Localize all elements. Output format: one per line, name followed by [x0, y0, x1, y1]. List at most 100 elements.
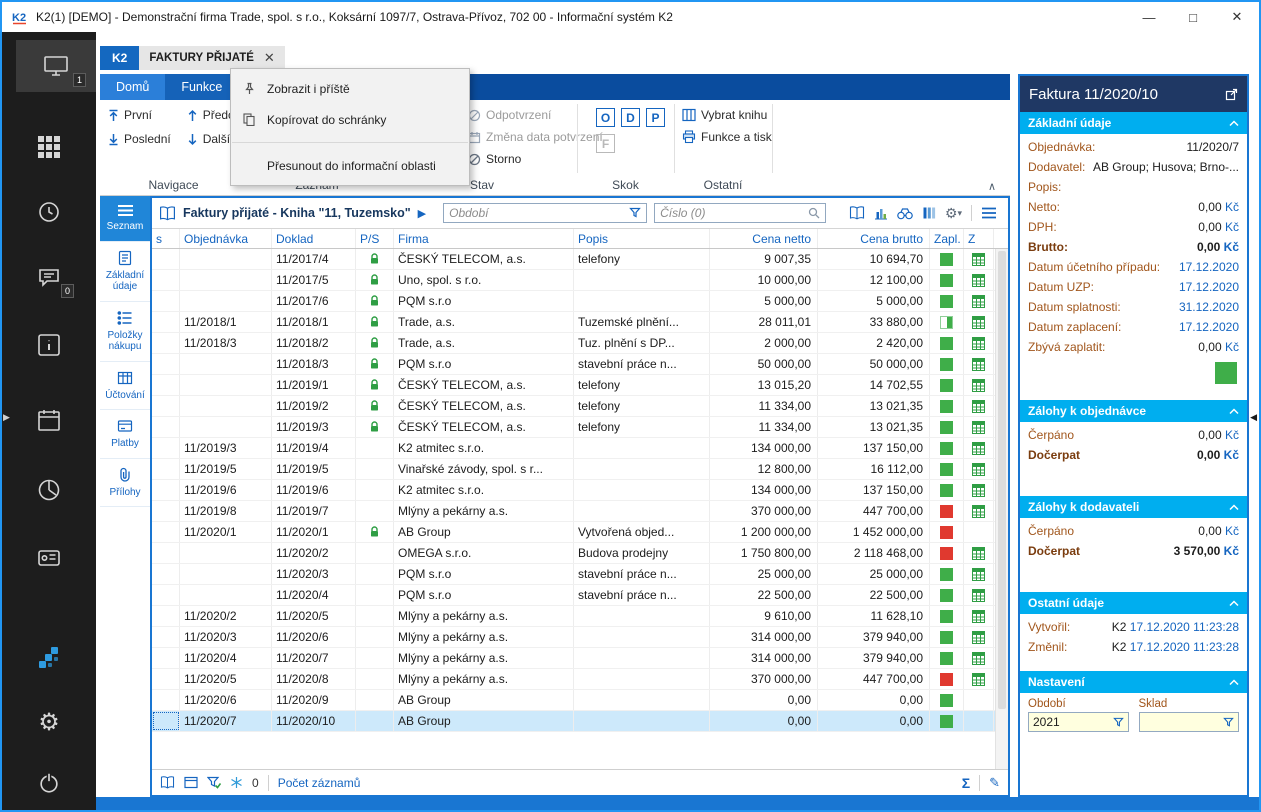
- sidebar-item-platby[interactable]: Platby: [100, 410, 150, 459]
- row-select-cell[interactable]: [152, 417, 180, 437]
- filter-dropdown-icon[interactable]: [1223, 717, 1234, 728]
- chart-icon[interactable]: [874, 206, 888, 220]
- row-select-cell[interactable]: [152, 333, 180, 353]
- table-row[interactable]: 11/2019/6 11/2019/6 K2 atmitec s.r.o. 13…: [152, 480, 995, 501]
- edit-pencil-icon[interactable]: ✎: [989, 775, 1000, 791]
- table-row[interactable]: 11/2020/4 11/2020/7 Mlýny a pekárny a.s.…: [152, 648, 995, 669]
- tab-k2[interactable]: K2: [100, 46, 139, 70]
- rail-item-history[interactable]: [2, 192, 96, 232]
- rail-item-modules[interactable]: [2, 127, 96, 167]
- row-select-cell[interactable]: [152, 291, 180, 311]
- filter-dropdown-icon[interactable]: [1113, 717, 1124, 728]
- functions-print-button[interactable]: Funkce a tisk: [682, 130, 772, 144]
- table-row[interactable]: 11/2020/3 11/2020/6 Mlýny a pekárny a.s.…: [152, 627, 995, 648]
- chevron-up-icon[interactable]: [1229, 120, 1239, 127]
- scrollbar-thumb[interactable]: [998, 251, 1006, 709]
- table-row[interactable]: 11/2019/1 ČESKÝ TELECOM, a.s. telefony 1…: [152, 375, 995, 396]
- filter-check-icon[interactable]: [207, 776, 221, 789]
- rail-item-power[interactable]: [2, 763, 96, 803]
- search-icon[interactable]: [808, 207, 820, 219]
- row-select-cell[interactable]: [152, 627, 180, 647]
- book-dropdown-icon[interactable]: ▶: [418, 207, 426, 220]
- book-view-icon[interactable]: [160, 776, 175, 789]
- table-row[interactable]: 11/2020/2 11/2020/5 Mlýny a pekárny a.s.…: [152, 606, 995, 627]
- menu-item-move-to-info-area[interactable]: Přesunout do informační oblasti: [231, 150, 469, 181]
- number-input[interactable]: [660, 206, 804, 220]
- close-button[interactable]: ✕: [1215, 2, 1259, 32]
- table-row[interactable]: 11/2017/6 PQM s.r.o 5 000,00 5 000,00: [152, 291, 995, 312]
- row-select-cell[interactable]: [152, 606, 180, 626]
- table-row[interactable]: 11/2020/7 11/2020/10 AB Group 0,00 0,00: [152, 711, 995, 732]
- table-row[interactable]: 11/2020/4 PQM s.r.o stavební práce n... …: [152, 585, 995, 606]
- ribbon-tab-funkce[interactable]: Funkce: [165, 74, 238, 100]
- number-filter[interactable]: [654, 203, 826, 223]
- sidebar-item-polozky-nakupu[interactable]: Položky nákupu: [100, 302, 150, 362]
- unconfirm-button[interactable]: Odpotvrzení: [468, 108, 603, 122]
- jump-o-button[interactable]: O: [596, 108, 615, 127]
- period-input[interactable]: [449, 206, 625, 220]
- rail-item-calendar[interactable]: [2, 400, 96, 440]
- table-row[interactable]: 11/2019/8 11/2019/7 Mlýny a pekárny a.s.…: [152, 501, 995, 522]
- last-record-button[interactable]: Poslední: [108, 132, 171, 146]
- chevron-up-icon[interactable]: [1229, 408, 1239, 415]
- column-header-cena-brutto[interactable]: Cena brutto: [818, 229, 930, 248]
- rail-item-messages[interactable]: 0: [2, 258, 96, 298]
- row-select-cell[interactable]: [152, 585, 180, 605]
- rail-item-info[interactable]: [2, 325, 96, 365]
- column-header-objednavka[interactable]: Objednávka: [180, 229, 272, 248]
- row-select-cell[interactable]: [152, 459, 180, 479]
- setting-input[interactable]: 2021: [1028, 712, 1129, 732]
- period-filter[interactable]: [443, 203, 647, 223]
- row-select-cell[interactable]: [152, 501, 180, 521]
- column-header-doklad[interactable]: Doklad: [272, 229, 356, 248]
- chevron-up-icon[interactable]: [1229, 504, 1239, 511]
- jump-p-button[interactable]: P: [646, 108, 665, 127]
- row-select-cell[interactable]: [152, 648, 180, 668]
- column-header-ps[interactable]: P/S: [356, 229, 394, 248]
- table-row[interactable]: 11/2019/3 ČESKÝ TELECOM, a.s. telefony 1…: [152, 417, 995, 438]
- row-select-cell[interactable]: [152, 690, 180, 710]
- table-row[interactable]: 11/2020/3 PQM s.r.o stavební práce n... …: [152, 564, 995, 585]
- print-book-icon[interactable]: [849, 206, 865, 220]
- column-header-s[interactable]: s: [152, 229, 180, 248]
- table-row[interactable]: 11/2020/6 11/2020/9 AB Group 0,00 0,00: [152, 690, 995, 711]
- filter-funnel-icon[interactable]: [629, 207, 641, 219]
- section-header[interactable]: Ostatní údaje: [1020, 592, 1247, 614]
- binoculars-icon[interactable]: [897, 207, 913, 220]
- menu-item-copy-to-clipboard[interactable]: Kopírovat do schránky: [231, 104, 469, 135]
- section-header[interactable]: Základní údaje: [1020, 112, 1247, 134]
- popout-icon[interactable]: [1225, 88, 1238, 101]
- row-select-cell[interactable]: [152, 543, 180, 563]
- table-row[interactable]: 11/2020/5 11/2020/8 Mlýny a pekárny a.s.…: [152, 669, 995, 690]
- setting-input[interactable]: [1139, 712, 1240, 732]
- columns-icon[interactable]: [922, 206, 936, 220]
- sum-icon[interactable]: Σ: [962, 775, 970, 791]
- table-row[interactable]: 11/2017/4 ČESKÝ TELECOM, a.s. telefony 9…: [152, 249, 995, 270]
- select-book-button[interactable]: Vybrat knihu: [682, 108, 772, 122]
- tab-faktury-prijate[interactable]: FAKTURY PŘIJATÉ ✕: [139, 46, 284, 70]
- sidebar-item-zakladni-udaje[interactable]: Základní údaje: [100, 242, 150, 302]
- first-record-button[interactable]: První: [108, 108, 171, 122]
- section-header[interactable]: Zálohy k objednávce: [1020, 400, 1247, 422]
- table-row[interactable]: 11/2018/1 11/2018/1 Trade, a.s. Tuzemské…: [152, 312, 995, 333]
- row-select-cell[interactable]: [152, 270, 180, 290]
- ribbon-tab-domu[interactable]: Domů: [100, 74, 165, 100]
- row-select-cell[interactable]: [152, 312, 180, 332]
- column-header-firma[interactable]: Firma: [394, 229, 574, 248]
- sidebar-item-prilohy[interactable]: Přílohy: [100, 459, 150, 508]
- sidebar-item-seznam[interactable]: Seznam: [100, 196, 150, 242]
- change-confirm-date-button[interactable]: Změna data potvrzení: [468, 130, 603, 144]
- table-row[interactable]: 11/2019/5 11/2019/5 Vinařské závody, spo…: [152, 459, 995, 480]
- table-row[interactable]: 11/2018/3 11/2018/2 Trade, a.s. Tuz. pln…: [152, 333, 995, 354]
- table-row[interactable]: 11/2020/1 11/2020/1 AB Group Vytvořená o…: [152, 522, 995, 543]
- vertical-scrollbar[interactable]: [995, 249, 1008, 769]
- left-splitter-arrow[interactable]: ▶: [3, 412, 10, 423]
- row-select-cell[interactable]: [152, 480, 180, 500]
- right-splitter-arrow[interactable]: ◀: [1250, 412, 1257, 423]
- rail-item-desktop[interactable]: 1: [16, 40, 96, 92]
- chevron-up-icon[interactable]: [1229, 679, 1239, 686]
- table-row[interactable]: 11/2019/3 11/2019/4 K2 atmitec s.r.o. 13…: [152, 438, 995, 459]
- snowflake-icon[interactable]: [230, 776, 243, 789]
- row-select-cell[interactable]: [152, 669, 180, 689]
- table-row[interactable]: 11/2017/5 Uno, spol. s r.o. 10 000,00 12…: [152, 270, 995, 291]
